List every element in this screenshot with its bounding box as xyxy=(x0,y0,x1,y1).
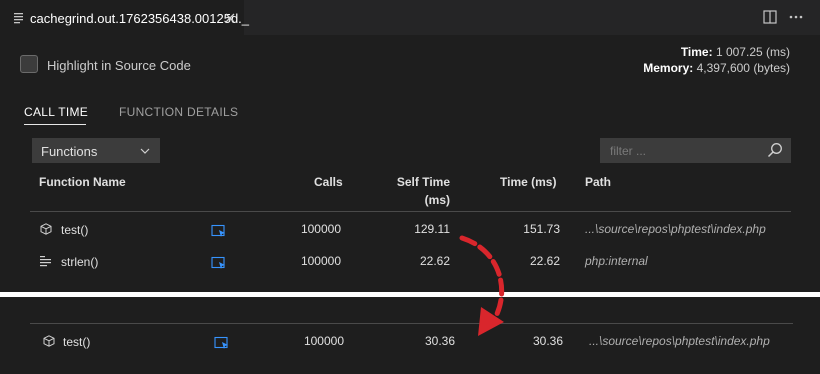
function-name: test() xyxy=(63,335,91,349)
time-value: 1 007.25 (ms) xyxy=(715,45,790,59)
view-mode-value: Functions xyxy=(41,144,98,159)
file-lines-icon xyxy=(14,13,23,24)
filter-placeholder: filter ... xyxy=(610,144,647,158)
col-function-name[interactable]: Function Name xyxy=(39,174,126,190)
editor-tab[interactable]: cachegrind.out.1762356438.00125d._ xyxy=(0,0,249,35)
memory-label: Memory: xyxy=(643,61,694,75)
active-tab-underline xyxy=(24,124,86,125)
path-value: ...\source\repos\phptest\index.php xyxy=(589,334,770,348)
time-value: 22.62 xyxy=(529,254,560,268)
chevron-down-icon xyxy=(140,148,150,154)
screenshot-divider xyxy=(0,292,820,297)
col-self-time-line1: Self Time xyxy=(396,175,450,189)
self-time-value: 129.11 xyxy=(414,222,450,236)
col-path[interactable]: Path xyxy=(585,174,611,190)
highlight-label: Highlight in Source Code xyxy=(47,58,191,73)
view-mode-select[interactable]: Functions xyxy=(32,138,160,163)
go-to-source-icon[interactable] xyxy=(214,336,230,350)
col-time[interactable]: Time (ms) xyxy=(500,174,556,190)
cube-icon xyxy=(43,335,55,347)
table-header-divider xyxy=(30,323,793,324)
highlight-checkbox[interactable] xyxy=(20,55,38,73)
tab-call-time[interactable]: CALL TIME xyxy=(24,105,88,119)
go-to-source-icon[interactable] xyxy=(211,224,227,238)
function-name: strlen() xyxy=(61,255,99,269)
time-stat: Time: 1 007.25 (ms) xyxy=(643,44,790,60)
memory-value: 4,397,600 (bytes) xyxy=(696,61,790,75)
memory-stat: Memory: 4,397,600 (bytes) xyxy=(643,60,790,76)
calls-value: 100000 xyxy=(300,254,341,268)
go-to-source-icon[interactable] xyxy=(211,256,227,270)
split-editor-icon[interactable] xyxy=(763,10,777,24)
function-name: test() xyxy=(61,223,89,237)
more-actions-icon[interactable] xyxy=(788,10,804,24)
tab-title: cachegrind.out.1762356438.00125d._ xyxy=(30,11,250,26)
time-value: 30.36 xyxy=(532,334,563,348)
path-value: php:internal xyxy=(585,254,648,268)
comparison-row[interactable]: test() 100000 30.36 30.36 ...\source\rep… xyxy=(0,331,820,355)
cube-icon xyxy=(40,223,52,235)
self-time-value: 22.62 xyxy=(419,254,450,268)
self-time-value: 30.36 xyxy=(424,334,455,348)
search-icon[interactable] xyxy=(766,141,784,159)
editor-tab-bar: cachegrind.out.1762356438.00125d._ xyxy=(0,0,820,35)
time-value: 151.73 xyxy=(523,222,560,236)
path-value: ...\source\repos\phptest\index.php xyxy=(585,222,766,236)
calls-value: 100000 xyxy=(303,334,344,348)
tab-function-details[interactable]: FUNCTION DETAILS xyxy=(119,105,238,119)
col-self-time-line2: (ms) xyxy=(424,193,450,207)
col-calls[interactable]: Calls xyxy=(314,174,343,190)
list-icon xyxy=(40,256,51,267)
close-icon[interactable] xyxy=(222,10,238,26)
time-label: Time: xyxy=(680,45,713,59)
table-row[interactable]: strlen() 100000 22.62 22.62 php:internal xyxy=(0,250,820,274)
profile-stats: Time: 1 007.25 (ms) Memory: 4,397,600 (b… xyxy=(643,44,790,76)
table-row[interactable]: test() 100000 129.11 151.73 ...\source\r… xyxy=(0,219,820,243)
col-self-time[interactable]: Self Time (ms) xyxy=(392,174,450,208)
calls-value: 100000 xyxy=(300,222,341,236)
filter-input[interactable]: filter ... xyxy=(600,138,791,163)
table-header-divider xyxy=(30,211,791,212)
